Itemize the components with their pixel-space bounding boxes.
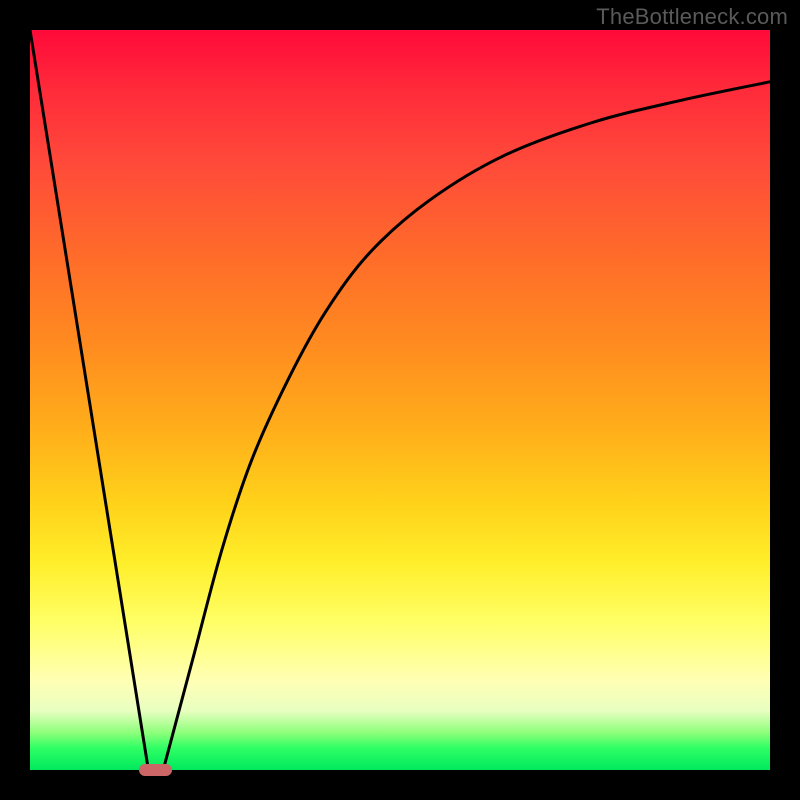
bottleneck-marker [139,764,172,776]
curve-layer [30,30,770,770]
watermark-text: TheBottleneck.com [596,4,788,30]
plot-area [30,30,770,770]
right-branch-curve [163,82,770,770]
chart-frame: TheBottleneck.com [0,0,800,800]
left-branch-curve [30,30,148,770]
curve-group [30,30,770,770]
